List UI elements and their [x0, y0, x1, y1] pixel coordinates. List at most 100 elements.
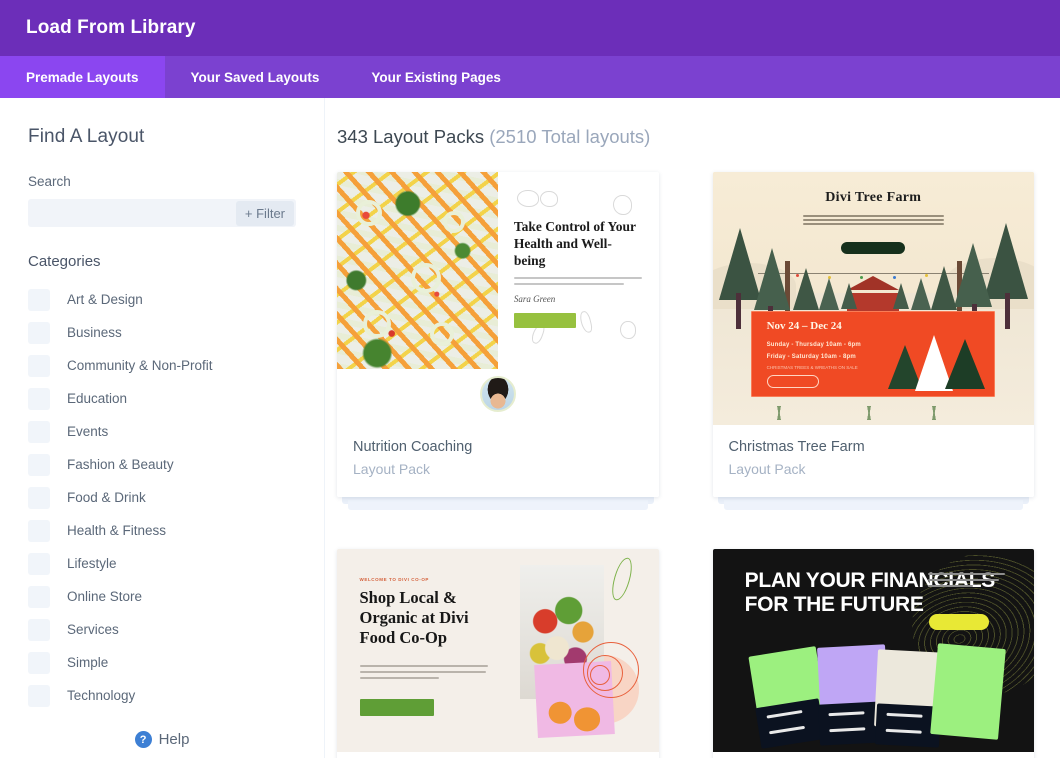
tab-premade-layouts-label: Premade Layouts: [26, 69, 139, 85]
spiral-document: [930, 643, 1006, 741]
card-preview-image: Take Control of Your Health and Well-bei…: [337, 172, 659, 425]
tab-your-saved-layouts-label: Your Saved Layouts: [190, 69, 320, 85]
category-item-education[interactable]: Education: [28, 382, 296, 415]
category-label: Community & Non-Profit: [67, 358, 213, 373]
question-mark-circle-icon: ?: [134, 731, 152, 748]
category-label: Events: [67, 424, 109, 439]
preview-copy-block: Take Control of Your Health and Well-bei…: [513, 218, 643, 329]
layout-packs-panel: 343 Layout Packs (2510 Total layouts) Ta…: [325, 98, 1060, 758]
category-label: Business: [67, 325, 122, 340]
banner-hours-row-2: Friday - Saturday 10am - 8pm: [766, 354, 856, 361]
sidebar-title: Find A Layout: [28, 126, 145, 147]
card-preview-image: WELCOME TO DIVI CO-OP Shop Local & Organ…: [337, 549, 659, 752]
category-item-online-store[interactable]: Online Store: [28, 580, 296, 613]
checkbox-icon[interactable]: [28, 453, 50, 476]
results-total: (2510 Total layouts): [489, 126, 651, 147]
category-label: Simple: [67, 655, 109, 670]
category-label: Fashion & Beauty: [67, 457, 174, 472]
checkbox-icon[interactable]: [28, 618, 50, 641]
promo-banner: Nov 24 – Dec 24 Sunday - Thursday 10am -…: [751, 311, 996, 398]
category-item-food-drink[interactable]: Food & Drink: [28, 481, 296, 514]
category-label: Food & Drink: [67, 490, 146, 505]
card-stack-layer: [723, 500, 1023, 510]
pine-tree: [954, 242, 993, 307]
pine-tree: [818, 278, 839, 311]
checkbox-icon[interactable]: [28, 552, 50, 575]
card-title: Nutrition Coaching: [353, 439, 473, 455]
banner-cta-button: [766, 374, 819, 388]
category-label: Services: [67, 622, 119, 637]
preview-paragraph: [513, 277, 643, 286]
checkbox-icon[interactable]: [28, 519, 50, 542]
results-heading: 343 Layout Packs (2510 Total layouts): [337, 126, 1034, 148]
leaf-doodle-icon: [609, 555, 634, 603]
checkbox-icon[interactable]: [28, 651, 50, 674]
pine-tree: [911, 278, 932, 311]
category-item-fashion-beauty[interactable]: Fashion & Beauty: [28, 448, 296, 481]
help-button[interactable]: ? Help: [28, 717, 296, 758]
category-label: Art & Design: [67, 292, 143, 307]
card-body[interactable]: Take Control of Your Health and Well-bei…: [337, 172, 659, 497]
preview-headline: Divi Tree Farm: [825, 189, 922, 205]
tab-your-existing-pages[interactable]: Your Existing Pages: [345, 56, 527, 98]
grass-tuft: [924, 405, 943, 420]
financials-preview-art: PLAN YOUR FINANCIALS FOR THE FUTURE: [712, 549, 1034, 752]
layout-pack-card-nutrition-coaching[interactable]: Take Control of Your Health and Well-bei…: [337, 172, 659, 510]
category-item-lifestyle[interactable]: Lifestyle: [28, 547, 296, 580]
banner-note: CHRISTMAS TREES & WREATHS ON SALE: [766, 365, 858, 371]
tab-bar: Premade Layouts Your Saved Layouts Your …: [0, 56, 1060, 98]
category-label: Technology: [67, 688, 136, 703]
checkbox-icon[interactable]: [28, 354, 50, 377]
category-label: Education: [67, 391, 128, 406]
body-container: Find A Layout Search + Filter Categories…: [0, 98, 1060, 758]
card-preview-image: Divi Tree Farm Nov 24 – Dec 24 Sunday - …: [712, 172, 1034, 425]
category-list: Art & Design Business Community & Non-Pr…: [28, 283, 296, 712]
banner-date: Nov 24 – Dec 24: [766, 319, 842, 332]
checkbox-icon[interactable]: [28, 420, 50, 443]
category-item-events[interactable]: Events: [28, 415, 296, 448]
card-body[interactable]: Divi Tree Farm Nov 24 – Dec 24 Sunday - …: [712, 172, 1034, 497]
card-caption: [337, 752, 659, 758]
filter-toggle-button[interactable]: + Filter: [235, 200, 294, 226]
help-label: Help: [158, 731, 190, 748]
category-item-art-design[interactable]: Art & Design: [28, 283, 296, 316]
category-item-simple[interactable]: Simple: [28, 646, 296, 679]
preview-cta-button: [513, 313, 576, 329]
preview-signature: Sara Green: [513, 294, 556, 305]
category-item-business[interactable]: Business: [28, 316, 296, 349]
category-item-services[interactable]: Services: [28, 613, 296, 646]
layout-pack-card-food-co-op[interactable]: WELCOME TO DIVI CO-OP Shop Local & Organ…: [337, 549, 659, 758]
orange-fruit: [548, 700, 574, 724]
checkbox-icon[interactable]: [28, 387, 50, 410]
noodle-swirl: [443, 211, 466, 234]
search-field-wrapper[interactable]: + Filter: [28, 199, 296, 227]
category-label: Lifestyle: [67, 556, 117, 571]
avatar: [479, 375, 516, 412]
layout-pack-card-christmas-tree-farm[interactable]: Divi Tree Farm Nov 24 – Dec 24 Sunday - …: [712, 172, 1034, 510]
grass-tuft: [860, 405, 879, 420]
preview-cta-button: [929, 613, 989, 630]
tab-your-existing-pages-label: Your Existing Pages: [371, 69, 501, 85]
card-caption: Christmas Tree Farm Layout Pack: [712, 425, 1034, 497]
checkbox-icon[interactable]: [28, 684, 50, 707]
pine-tree: [892, 283, 909, 310]
card-body[interactable]: PLAN YOUR FINANCIALS FOR THE FUTURE: [712, 549, 1034, 758]
checkbox-icon[interactable]: [28, 486, 50, 509]
card-body[interactable]: WELCOME TO DIVI CO-OP Shop Local & Organ…: [337, 549, 659, 758]
checkbox-icon[interactable]: [28, 321, 50, 344]
checkbox-icon[interactable]: [28, 288, 50, 311]
layout-pack-card-financials[interactable]: PLAN YOUR FINANCIALS FOR THE FUTURE: [712, 549, 1034, 758]
pine-tree: [841, 283, 858, 310]
tab-your-saved-layouts[interactable]: Your Saved Layouts: [165, 56, 346, 98]
category-item-technology[interactable]: Technology: [28, 679, 296, 712]
search-label: Search: [28, 174, 71, 189]
checkbox-icon[interactable]: [28, 585, 50, 608]
tab-premade-layouts[interactable]: Premade Layouts: [0, 56, 165, 98]
document-pocket: [754, 698, 825, 749]
sidebar-find-a-layout: Find A Layout Search + Filter Categories…: [0, 98, 325, 758]
preview-headline: Take Control of Your Health and Well-bei…: [513, 218, 636, 269]
garlic-doodle-icon: [517, 189, 540, 207]
category-item-community-non-profit[interactable]: Community & Non-Profit: [28, 349, 296, 382]
category-item-health-fitness[interactable]: Health & Fitness: [28, 514, 296, 547]
preview-eyebrow: WELCOME TO DIVI CO-OP: [359, 577, 430, 583]
